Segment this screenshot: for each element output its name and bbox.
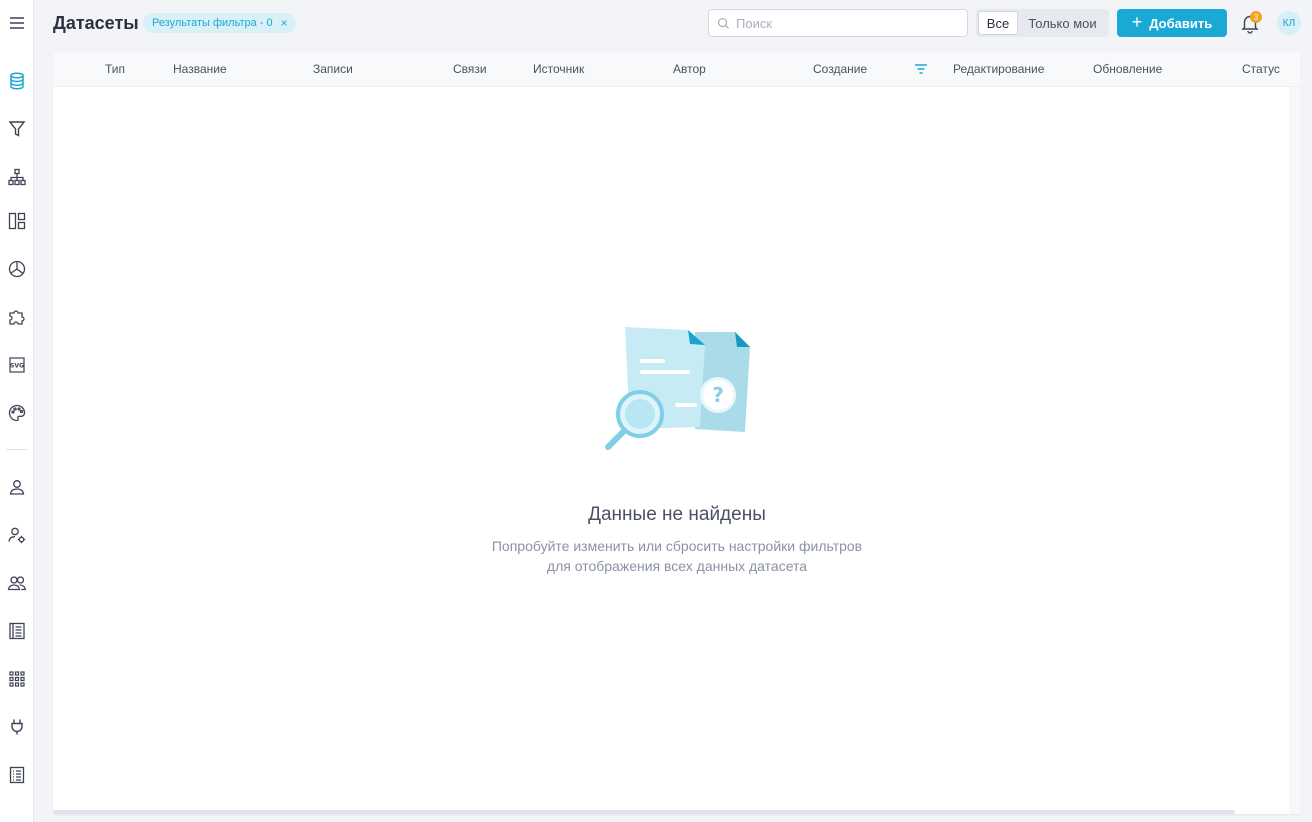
apps-grid-icon[interactable] (0, 662, 34, 696)
column-header-source[interactable]: Источник (533, 62, 584, 77)
add-button-label: Добавить (1149, 15, 1213, 31)
column-header-author[interactable]: Автор (673, 62, 706, 77)
column-header-type[interactable]: Тип (105, 62, 125, 77)
segment-all[interactable]: Все (978, 11, 1018, 35)
search-icon (717, 17, 730, 29)
datasets-table-panel: Тип Название Записи Связи Источник Автор… (53, 52, 1301, 814)
pie-chart-icon[interactable] (0, 252, 34, 286)
catalog-icon[interactable] (0, 614, 34, 648)
database-icon[interactable] (0, 64, 34, 98)
user-settings-icon[interactable] (0, 518, 34, 552)
plug-icon[interactable] (0, 710, 34, 744)
svg-text:SVG: SVG (10, 363, 24, 370)
filter-result-chip[interactable]: Результаты фильтра - 0 × (143, 13, 296, 33)
users-group-icon[interactable] (0, 566, 34, 600)
column-header-updated[interactable]: Обновление (1093, 62, 1162, 77)
empty-state-line-1: Попробуйте изменить или сбросить настрой… (491, 538, 863, 554)
column-filter-icon[interactable] (914, 63, 928, 75)
puzzle-icon[interactable] (0, 300, 34, 334)
palette-icon[interactable] (0, 396, 34, 430)
column-header-records[interactable]: Записи (313, 62, 353, 77)
close-icon[interactable]: × (281, 17, 288, 29)
filter-chip-label: Результаты фильтра - 0 (152, 17, 273, 29)
empty-state-title: Данные не найдены (588, 504, 766, 525)
avatar[interactable]: КЛ (1277, 11, 1301, 35)
horizontal-scrollbar[interactable] (53, 810, 1235, 814)
vertical-scrollbar[interactable] (1289, 87, 1301, 814)
segment-only-mine[interactable]: Только мои (1018, 11, 1107, 35)
notification-badge: 3 (1250, 11, 1262, 23)
filter-icon[interactable] (0, 112, 34, 146)
ownership-segmented-control: Все Только мои (976, 9, 1109, 37)
search-input[interactable] (736, 15, 956, 31)
search-box[interactable] (708, 9, 968, 37)
svg-icon[interactable]: SVG (0, 348, 34, 382)
menu-icon[interactable] (0, 6, 34, 40)
column-header-name[interactable]: Название (173, 62, 227, 77)
column-header-edited[interactable]: Редактирование (953, 62, 1044, 77)
log-list-icon[interactable] (0, 758, 34, 792)
table-header: Тип Название Записи Связи Источник Автор… (53, 52, 1301, 87)
user-icon[interactable] (0, 470, 34, 504)
svg-text:?: ? (712, 383, 724, 407)
plus-icon: + (1131, 12, 1143, 32)
page-title: Датасеты (53, 13, 139, 33)
column-header-links[interactable]: Связи (453, 62, 487, 77)
column-header-created[interactable]: Создание (813, 62, 867, 77)
empty-state-text: Попробуйте изменить или сбросить настрой… (53, 536, 1301, 576)
dashboard-layout-icon[interactable] (0, 204, 34, 238)
sidebar: SVG (0, 0, 34, 822)
sidebar-divider (6, 449, 28, 450)
add-button[interactable]: + Добавить (1117, 9, 1227, 37)
hierarchy-icon[interactable] (0, 160, 34, 194)
empty-state-illustration: ? (605, 327, 750, 450)
empty-state-line-2: для отображения всех данных датасета (546, 558, 808, 574)
column-header-status[interactable]: Статус (1242, 62, 1280, 77)
